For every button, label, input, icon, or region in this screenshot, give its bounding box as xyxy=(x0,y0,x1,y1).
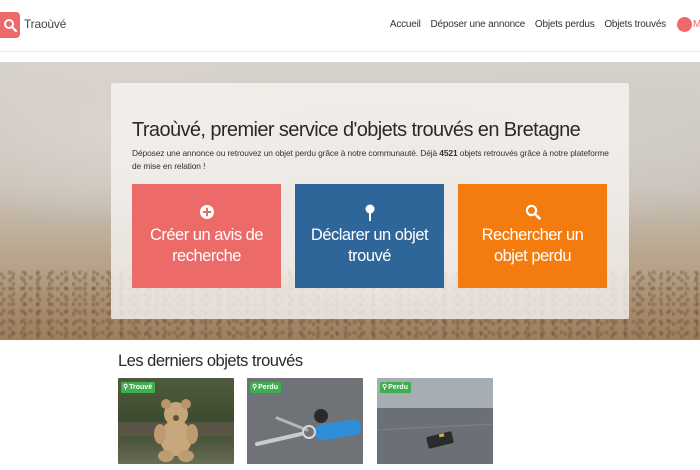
found-count: 4521 xyxy=(439,148,458,158)
user-menu-label[interactable]: M xyxy=(693,19,700,30)
hero-banner: Traoùvé, premier service d'objets trouvé… xyxy=(0,62,700,340)
search-lost-object-label: Rechercher un objet perdu xyxy=(481,226,584,265)
status-badge: ⚲Trouvé xyxy=(121,382,156,393)
item-card-teddy-bear[interactable]: ⚲Trouvé xyxy=(118,378,234,464)
declare-found-object-button[interactable]: Déclarer un objet trouvé xyxy=(295,184,444,288)
search-icon xyxy=(4,19,17,32)
item-card-keys[interactable]: ⚲Perdu xyxy=(247,378,363,464)
hero-title: Traoùvé, premier service d'objets trouvé… xyxy=(132,119,581,141)
item-card-wallet[interactable]: ⚲Perdu xyxy=(377,378,493,464)
latest-found-title: Les derniers objets trouvés xyxy=(118,352,303,370)
nav-link-objets-trouves[interactable]: Objets trouvés xyxy=(604,19,666,30)
nav-link-objets-perdus[interactable]: Objets perdus xyxy=(535,19,595,30)
search-lost-object-button[interactable]: Rechercher un objet perdu xyxy=(458,184,607,288)
brand-logo-icon[interactable] xyxy=(0,12,20,38)
pin-icon: ⚲ xyxy=(252,384,258,391)
pin-icon: ⚲ xyxy=(123,384,129,391)
search-icon xyxy=(458,204,607,220)
hero-card: Traoùvé, premier service d'objets trouvé… xyxy=(111,83,629,319)
status-badge: ⚲Perdu xyxy=(380,382,411,393)
user-avatar[interactable] xyxy=(677,17,692,32)
plus-circle-icon xyxy=(132,204,281,220)
nav-link-accueil[interactable]: Accueil xyxy=(390,19,421,30)
status-label: Trouvé xyxy=(129,384,153,391)
navbar: Traoùvé Accueil Déposer une annonce Obje… xyxy=(0,0,700,52)
hero-description: Déposez une annonce ou retrouvez un obje… xyxy=(132,147,610,173)
status-label: Perdu xyxy=(258,384,278,391)
status-label: Perdu xyxy=(388,384,408,391)
create-search-notice-label: Créer un avis de recherche xyxy=(149,226,264,265)
pin-icon: ⚲ xyxy=(382,384,388,391)
pin-icon xyxy=(295,204,444,221)
create-search-notice-button[interactable]: Créer un avis de recherche xyxy=(132,184,281,288)
nav-link-deposer-annonce[interactable]: Déposer une annonce xyxy=(430,19,525,30)
declare-found-object-label: Déclarer un objet trouvé xyxy=(310,226,429,265)
brand-name[interactable]: Traoùvé xyxy=(24,17,66,31)
nav-links: Accueil Déposer une annonce Objets perdu… xyxy=(383,19,666,30)
status-badge: ⚲Perdu xyxy=(250,382,281,393)
hero-desc-part1: Déposez une annonce ou retrouvez un obje… xyxy=(132,148,440,158)
